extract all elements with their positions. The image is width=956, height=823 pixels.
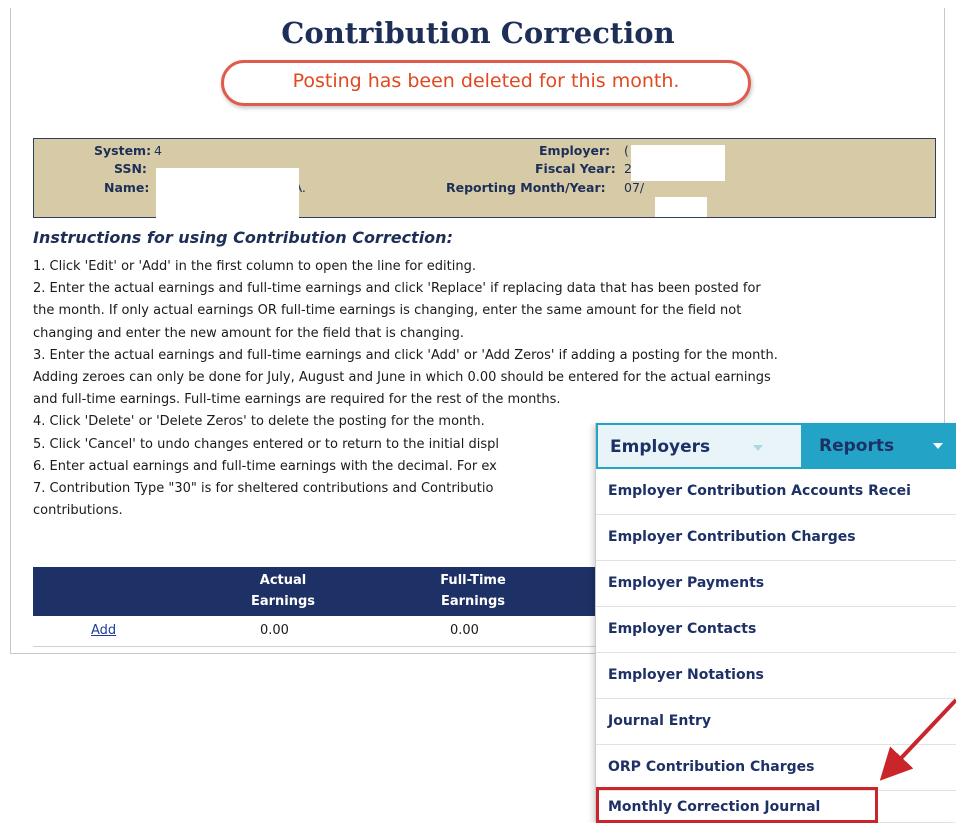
menu-item-employer-notations[interactable]: Employer Notations: [596, 653, 956, 699]
tab-employers[interactable]: Employers: [596, 423, 803, 469]
menu-item-journal-entry[interactable]: Journal Entry: [596, 699, 956, 745]
instructions-title: Instructions for using Contribution Corr…: [33, 228, 453, 247]
menu-item-orp-contribution-charges[interactable]: ORP Contribution Charges: [596, 745, 956, 791]
tab-reports-label: Reports: [819, 436, 895, 456]
menu-item-label: Journal Entry: [608, 713, 712, 729]
name-label: Name:: [104, 180, 150, 195]
column-header-line: Full-Time: [440, 573, 506, 588]
column-header-full-time-earnings: Full-Time Earnings: [403, 570, 543, 612]
menu-item-employer-contribution-accounts[interactable]: Employer Contribution Accounts Recei: [596, 469, 956, 515]
menu-item-label: Employer Contribution Charges: [608, 529, 856, 545]
fiscal-year-label: Fiscal Year:: [535, 161, 616, 176]
tab-reports[interactable]: Reports: [803, 423, 956, 469]
menu-item-label: Employer Notations: [608, 667, 764, 683]
reporting-redaction: [655, 197, 707, 217]
menu-item-label: Employer Contacts: [608, 621, 757, 637]
column-header-line: Earnings: [440, 594, 506, 609]
ssn-label: SSN:: [114, 161, 147, 176]
instruction-line: 3. Enter the actual earnings and full-ti…: [33, 347, 778, 363]
employer-label: Employer:: [539, 143, 611, 158]
menu-item-label: Employer Contribution Accounts Recei: [608, 483, 911, 499]
chevron-down-icon: [933, 443, 943, 449]
menu-item-label: Employer Payments: [608, 575, 765, 591]
instruction-line: 2. Enter the actual earnings and full-ti…: [33, 281, 761, 297]
system-label: System:: [94, 143, 152, 158]
menu-bar: Employers Reports: [596, 423, 956, 469]
ssn-name-redaction: [156, 168, 299, 218]
employer-value: (: [624, 143, 629, 158]
full-time-earnings-cell: 0.00: [450, 623, 479, 638]
record-info-box: System: 4 SSN: Name: D A. Employer: ( Fi…: [33, 138, 936, 218]
fiscal-year-value: 2: [624, 161, 632, 176]
chevron-down-icon: [753, 445, 763, 451]
column-header-line: Actual: [259, 573, 307, 588]
instruction-line: and full-time earnings. Full-time earnin…: [33, 392, 561, 408]
reporting-value: 07/: [624, 180, 645, 195]
reporting-label: Reporting Month/Year:: [446, 180, 606, 195]
status-message: Posting has been deleted for this month.: [292, 70, 680, 92]
menu-item-monthly-correction-journal[interactable]: Monthly Correction Journal: [596, 787, 878, 823]
employers-dropdown-menu: Employers Reports Employer Contribution …: [595, 423, 956, 823]
tab-employers-label: Employers: [610, 437, 711, 457]
actual-earnings-cell: 0.00: [260, 623, 289, 638]
menu-item-employer-contribution-charges[interactable]: Employer Contribution Charges: [596, 515, 956, 561]
page-title: Contribution Correction: [281, 16, 675, 50]
instruction-line: changing and enter the new amount for th…: [33, 325, 465, 341]
menu-item-employer-contacts[interactable]: Employer Contacts: [596, 607, 956, 653]
system-value: 4: [154, 143, 162, 158]
instruction-line: the month. If only actual earnings OR fu…: [33, 303, 742, 319]
menu-item-label: ORP Contribution Charges: [608, 759, 815, 775]
menu-item-employer-payments[interactable]: Employer Payments: [596, 561, 956, 607]
menu-item-label: Monthly Correction Journal: [608, 799, 821, 815]
add-link[interactable]: Add: [91, 623, 116, 638]
instruction-line: 1. Click 'Edit' or 'Add' in the first co…: [33, 259, 476, 274]
employer-redaction: [631, 145, 725, 181]
instruction-line: Adding zeroes can only be done for July,…: [33, 370, 771, 386]
column-header-actual-earnings: Actual Earnings: [213, 570, 353, 612]
column-header-line: Earnings: [250, 594, 316, 609]
